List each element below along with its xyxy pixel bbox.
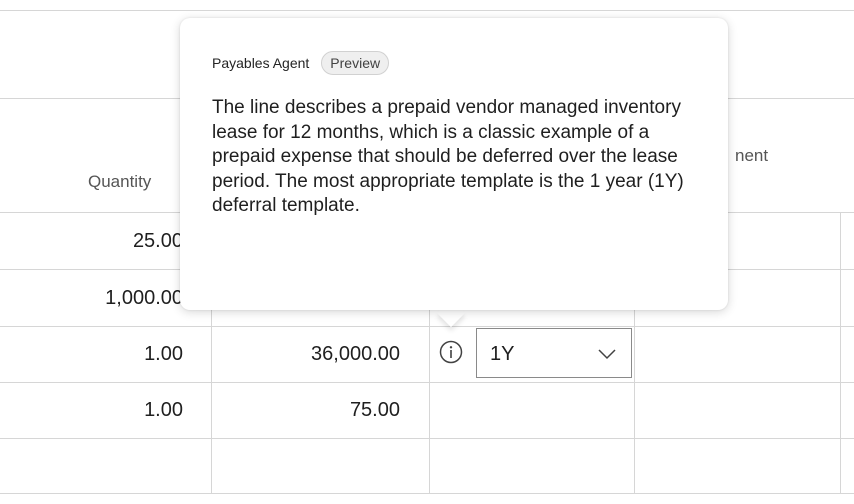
grid-line <box>0 326 854 327</box>
chevron-down-icon <box>597 347 617 360</box>
grid-line <box>0 493 854 494</box>
quantity-cell[interactable]: 25.00 <box>20 230 183 253</box>
grid-line <box>0 438 854 439</box>
amount-cell[interactable]: 75.00 <box>220 399 400 422</box>
column-header-partial[interactable]: nent <box>735 146 768 166</box>
grid-line <box>0 10 854 11</box>
quantity-cell[interactable]: 1,000.00 <box>20 287 183 310</box>
tooltip-header: Payables Agent Preview <box>212 48 696 78</box>
column-header-quantity[interactable]: Quantity <box>88 172 151 192</box>
tooltip-body: The line describes a prepaid vendor mana… <box>212 97 684 216</box>
preview-badge: Preview <box>321 51 390 75</box>
agent-tooltip: Payables Agent Preview The line describe… <box>180 18 728 310</box>
grid-line <box>0 382 854 383</box>
amount-cell[interactable]: 36,000.00 <box>220 343 400 366</box>
quantity-cell[interactable]: 1.00 <box>20 343 183 366</box>
grid-line <box>840 212 841 494</box>
template-dropdown-value: 1Y <box>490 343 515 365</box>
template-dropdown[interactable]: 1Y <box>476 328 632 378</box>
info-icon[interactable] <box>439 340 463 364</box>
quantity-cell[interactable]: 1.00 <box>20 399 183 422</box>
agent-name: Payables Agent <box>212 55 310 71</box>
